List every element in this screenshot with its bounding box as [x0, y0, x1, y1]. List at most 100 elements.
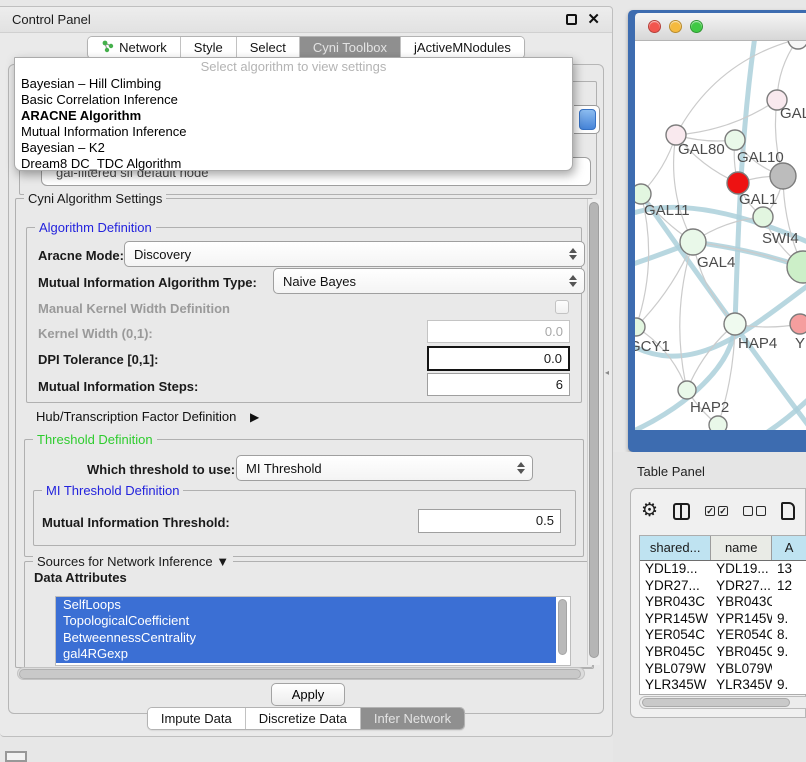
table-hscrollbar-thumb[interactable] [642, 698, 790, 707]
column-header-2[interactable]: name [711, 536, 772, 560]
expander-arrow-icon: ▶ [250, 410, 259, 424]
network-edge [636, 327, 687, 390]
network-node[interactable] [770, 163, 796, 189]
table-cell: YPR145W [711, 611, 772, 628]
tab-impute-data[interactable]: Impute Data [148, 708, 246, 729]
network-node[interactable] [724, 313, 746, 335]
table-cell: YPR145W [640, 611, 711, 628]
algorithm-dropdown-popup: Select algorithm to view settings Bayesi… [14, 57, 573, 171]
node-label-gal10: GAL10 [737, 149, 784, 166]
tab-style[interactable]: Style [181, 37, 237, 58]
tab-network[interactable]: Network [88, 37, 181, 58]
network-edge-thick [753, 391, 806, 430]
table-cell: YBR045C [711, 644, 772, 661]
dropdown-item[interactable]: ARACNE Algorithm [15, 108, 572, 124]
manual-kernel-width-checkbox[interactable] [555, 300, 569, 314]
which-threshold-label: Which threshold to use: [87, 462, 235, 477]
dropdown-item[interactable]: Bayesian – Hill Climbing [15, 76, 572, 92]
network-canvas[interactable]: GALGAL80GAL10GAL1GAL11GAL4SWI4HAP4YGCY1H… [635, 41, 806, 430]
attribute-list-item[interactable]: TopologicalCoefficient [56, 613, 556, 629]
dpi-tolerance-field[interactable]: 0.0 [427, 346, 570, 371]
dropdown-item[interactable]: Bayesian – K2 [15, 140, 572, 156]
network-node[interactable] [678, 381, 696, 399]
float-panel-icon[interactable] [566, 14, 577, 25]
table-row[interactable]: YLR345WYLR345W9. [640, 677, 806, 694]
dpi-tolerance-label: DPI Tolerance [0,1]: [38, 352, 158, 367]
cyni-algorithm-settings-group: Cyni Algorithm Settings Algorithm Defini… [15, 198, 593, 668]
list-scrollbar-thumb[interactable] [558, 599, 567, 655]
export-table-icon[interactable] [781, 502, 795, 520]
deselect-all-icon[interactable] [743, 506, 766, 516]
table-row[interactable]: YDR27...YDR27...12 [640, 578, 806, 595]
tab-select[interactable]: Select [237, 37, 300, 58]
tab-cyni-toolbox[interactable]: Cyni Toolbox [300, 37, 401, 58]
network-node[interactable] [635, 318, 645, 336]
aracne-mode-value: Discovery [134, 247, 191, 262]
settings-vscrollbar-track[interactable] [587, 199, 600, 665]
network-node[interactable] [680, 229, 706, 255]
node-label-gal: GAL [780, 105, 806, 122]
table-row[interactable]: YBR045CYBR045C9. [640, 644, 806, 661]
table-row[interactable]: YIL052CYIL052C9. [640, 694, 806, 695]
tab-jactivemnodules[interactable]: jActiveMNodules [401, 37, 524, 58]
network-node[interactable] [725, 130, 745, 150]
node-label-gal11: GAL11 [644, 202, 690, 219]
node-label-gal1: GAL1 [739, 191, 777, 208]
data-attributes-list[interactable]: SelfLoopsTopologicalCoefficientBetweenne… [55, 596, 571, 666]
kernel-width-field[interactable]: 0.0 [427, 320, 570, 343]
table-row[interactable]: YPR145WYPR145W9. [640, 611, 806, 628]
table-row[interactable]: YER054CYER054C8. [640, 627, 806, 644]
settings-hscrollbar-track[interactable] [17, 667, 585, 680]
close-traffic-light-icon[interactable] [648, 20, 661, 33]
partial-bottom-icon[interactable] [5, 751, 27, 762]
settings-hscrollbar-thumb[interactable] [19, 669, 581, 679]
minimize-traffic-light-icon[interactable] [669, 20, 682, 33]
network-node[interactable] [753, 207, 773, 227]
settings-vscrollbar-thumb[interactable] [589, 202, 599, 658]
tab-infer-network[interactable]: Infer Network [361, 708, 464, 729]
close-panel-icon[interactable]: ✕ [587, 14, 600, 25]
attribute-list-item[interactable]: gal4RGexp [56, 646, 556, 662]
dropdown-item[interactable]: Basic Correlation Inference [15, 92, 572, 108]
checked-box-icon: ✓ [705, 506, 715, 516]
attribute-list-item[interactable]: SelfLoops [56, 597, 556, 613]
network-edge [687, 324, 735, 390]
network-node[interactable] [790, 314, 806, 334]
combobox-arrows-icon [517, 462, 525, 474]
table-row[interactable]: YDL19...YDL19...13 [640, 561, 806, 578]
combobox-arrows-icon [569, 248, 577, 260]
column-header-1[interactable]: shared... [640, 536, 711, 560]
algorithm-combobox-fragment[interactable] [574, 105, 600, 134]
mi-threshold-field[interactable]: 0.5 [418, 509, 561, 533]
which-threshold-combobox[interactable]: MI Threshold [236, 455, 533, 481]
table-hscrollbar-track[interactable] [639, 696, 806, 709]
zoom-traffic-light-icon[interactable] [690, 20, 703, 33]
dropdown-item[interactable]: Mutual Information Inference [15, 124, 572, 140]
columns-icon[interactable] [673, 503, 690, 520]
panel-resize-handle[interactable]: ◂ [605, 368, 611, 377]
network-node[interactable] [709, 416, 727, 430]
dropdown-placeholder: Select algorithm to view settings [15, 59, 572, 76]
network-node[interactable] [635, 184, 651, 204]
table-row[interactable]: YBL079WYBL079W [640, 661, 806, 678]
node-label-swi4: SWI4 [762, 230, 799, 247]
sources-title[interactable]: Sources for Network Inference ▼ [33, 554, 233, 569]
select-all-icon[interactable]: ✓ ✓ [705, 506, 728, 516]
attribute-list-item[interactable]: BetweennessCentrality [56, 630, 556, 646]
table-cell: 9. [772, 611, 806, 628]
network-window-titlebar[interactable] [635, 13, 806, 41]
table-cell: YDR27... [711, 578, 772, 595]
apply-button[interactable]: Apply [271, 683, 345, 706]
dropdown-item[interactable]: Dream8 DC_TDC Algorithm [15, 156, 572, 172]
aracne-mode-combobox[interactable]: Discovery [124, 241, 585, 267]
network-node[interactable] [788, 41, 806, 49]
mi-steps-field[interactable]: 6 [427, 373, 570, 396]
column-header-3[interactable]: A [772, 536, 806, 560]
mi-algorithm-type-combobox[interactable]: Naive Bayes [273, 268, 585, 294]
mi-algorithm-type-label: Mutual Information Algorithm Type: [38, 275, 257, 290]
gear-icon[interactable]: ⚙ [641, 501, 658, 521]
hub-definition-expander[interactable]: Hub/Transcription Factor Definition ▶ [36, 409, 259, 424]
tab-discretize-data[interactable]: Discretize Data [246, 708, 361, 729]
table-row[interactable]: YBR043CYBR043C [640, 594, 806, 611]
table-cell: 9. [772, 694, 806, 695]
